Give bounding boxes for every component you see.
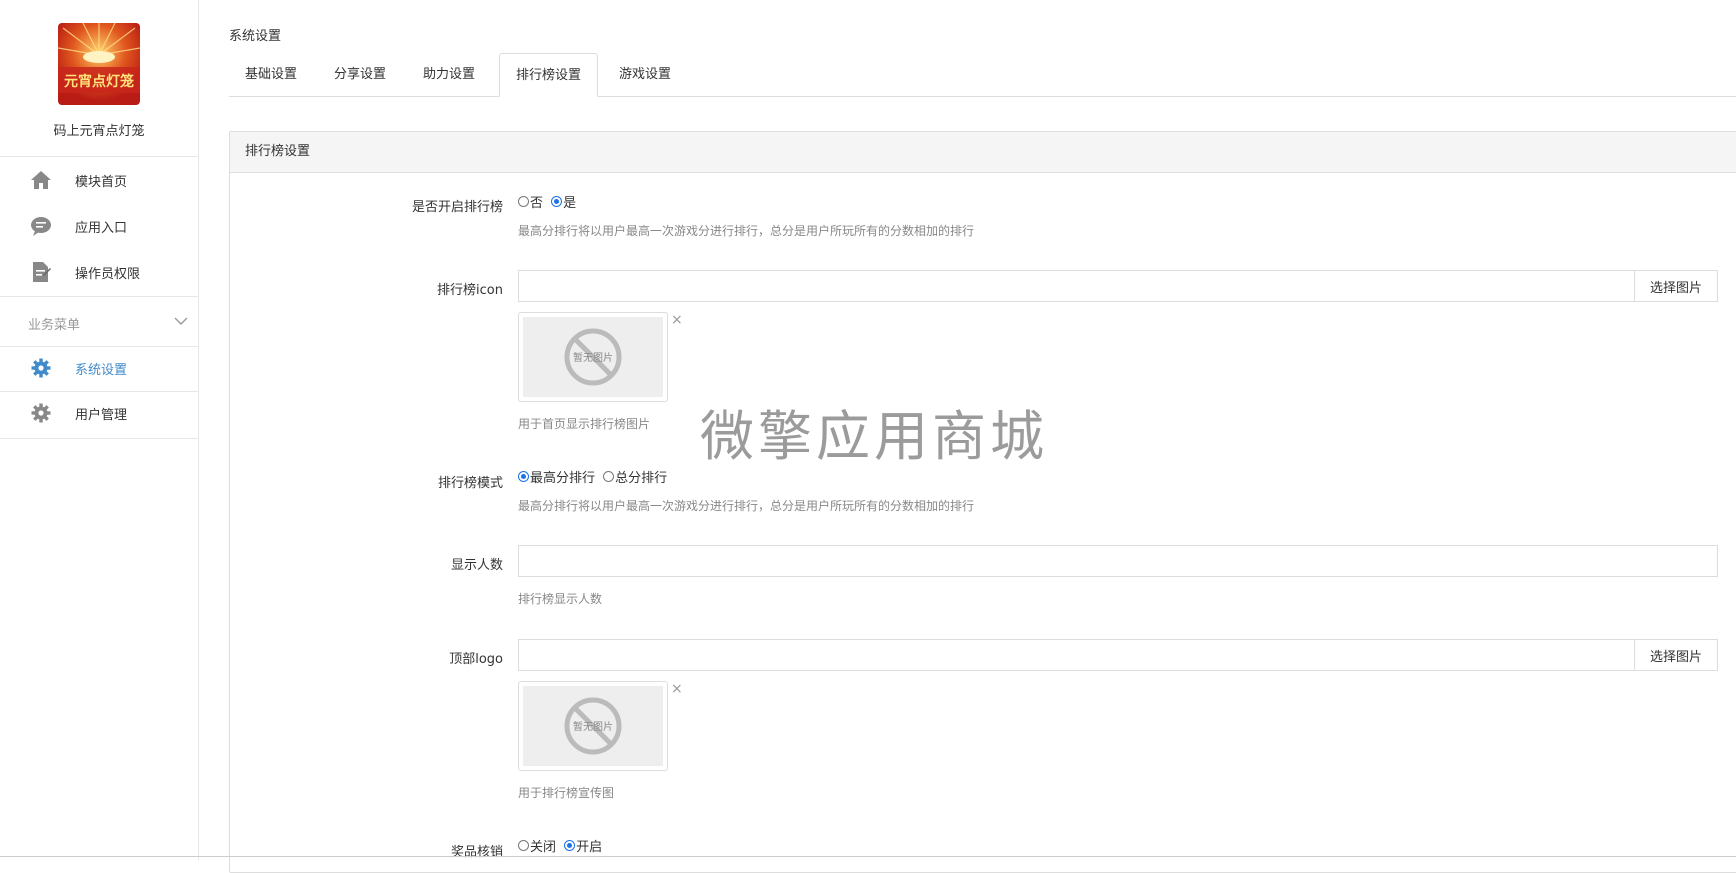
- radio-enable-yes[interactable]: 是: [551, 192, 576, 211]
- no-image-placeholder: 暂无图片: [523, 686, 663, 766]
- radio-circle[interactable]: [564, 840, 576, 851]
- enable-ranking-radio-group: 否 是: [518, 192, 580, 211]
- no-image-text: 暂无图片: [573, 720, 613, 733]
- radio-label: 开启: [576, 840, 603, 855]
- no-image-text: 暂无图片: [573, 351, 613, 364]
- image-preview: 暂无图片: [518, 681, 668, 771]
- watermark: 微擎应用商城: [700, 405, 1048, 468]
- radio-label: 否: [530, 196, 544, 211]
- radio-prize-on[interactable]: 开启: [564, 836, 602, 855]
- menu-group-business[interactable]: 业务菜单: [0, 305, 198, 341]
- sidebar-item-app-entry[interactable]: 应用入口: [0, 206, 198, 246]
- ranking-mode-radio-group: 最高分排行 总分排行: [518, 467, 671, 486]
- help-text: 排行榜显示人数: [518, 592, 603, 606]
- prize-redemption-radio-group: 关闭 开启: [518, 836, 606, 855]
- radio-enable-no[interactable]: 否: [518, 192, 543, 211]
- radio-label: 关闭: [530, 840, 557, 855]
- sidebar-item-label: 用户管理: [75, 407, 128, 423]
- help-text: 用于首页显示排行榜图片: [518, 417, 651, 431]
- chat-icon: [30, 215, 52, 237]
- divider: [0, 346, 198, 347]
- field-label-ranking-icon: 排行榜icon: [437, 283, 503, 298]
- field-label-enable-ranking: 是否开启排行榜: [411, 200, 503, 215]
- no-image-icon: 暂无图片: [564, 697, 622, 755]
- tab-assist-settings[interactable]: 助力设置: [407, 53, 491, 96]
- ranking-icon-input[interactable]: [519, 271, 1634, 301]
- select-image-button[interactable]: 选择图片: [1634, 271, 1717, 301]
- help-text: 用于排行榜宣传图: [518, 786, 615, 800]
- image-preview: 暂无图片: [518, 312, 668, 402]
- app-name: 码上元宵点灯笼: [53, 124, 145, 139]
- sidebar: 元宵点灯笼 码上元宵点灯笼 模块首页 应用入口 操作员权限 业务菜单 系统设置 …: [0, 0, 199, 860]
- panel-title: 排行榜设置: [230, 132, 1736, 173]
- menu-group-label: 业务菜单: [28, 318, 81, 333]
- home-icon: [30, 169, 52, 191]
- tab-bar: 基础设置 分享设置 助力设置 排行榜设置 游戏设置: [229, 53, 1736, 97]
- app-logo[interactable]: 元宵点灯笼: [58, 23, 140, 105]
- radio-circle[interactable]: [603, 471, 615, 482]
- sidebar-item-label: 操作员权限: [75, 266, 141, 282]
- field-label-display-count: 显示人数: [450, 558, 503, 573]
- remove-image-icon[interactable]: ×: [671, 681, 683, 697]
- field-label-ranking-mode: 排行榜模式: [437, 476, 503, 491]
- logo-text: 元宵点灯笼: [64, 73, 134, 90]
- ranking-icon-input-group: 选择图片: [518, 270, 1718, 302]
- gear-icon: [30, 402, 52, 424]
- field-label-prize-redemption: 奖品核销: [450, 845, 503, 860]
- radio-circle[interactable]: [551, 196, 563, 207]
- doc-edit-icon: [30, 261, 52, 283]
- tab-ranking-settings[interactable]: 排行榜设置: [499, 53, 599, 97]
- chevron-down-icon: [174, 315, 188, 330]
- divider: [0, 296, 198, 297]
- radio-prize-off[interactable]: 关闭: [518, 836, 556, 855]
- window-bottom-edge: [0, 856, 1736, 857]
- no-image-placeholder: 暂无图片: [523, 317, 663, 397]
- tab-basic-settings[interactable]: 基础设置: [229, 53, 313, 96]
- radio-mode-highest[interactable]: 最高分排行: [518, 467, 595, 486]
- sidebar-item-user-management[interactable]: 用户管理: [0, 393, 198, 433]
- radio-label: 是: [563, 196, 577, 211]
- top-logo-input[interactable]: [519, 640, 1634, 670]
- divider: [0, 438, 198, 439]
- divider: [0, 391, 198, 392]
- gear-icon: [30, 357, 52, 379]
- sidebar-item-label: 模块首页: [75, 174, 128, 190]
- sidebar-item-label: 系统设置: [75, 362, 128, 378]
- tab-share-settings[interactable]: 分享设置: [318, 53, 402, 96]
- radio-circle[interactable]: [518, 840, 529, 851]
- sidebar-item-module-home[interactable]: 模块首页: [0, 160, 198, 200]
- radio-circle[interactable]: [518, 471, 529, 482]
- help-text: 最高分排行将以用户最高一次游戏分进行排行，总分是用户所玩所有的分数相加的排行: [518, 224, 975, 238]
- sidebar-item-operator-permissions[interactable]: 操作员权限: [0, 252, 198, 292]
- display-count-input[interactable]: [518, 545, 1718, 577]
- no-image-icon: 暂无图片: [564, 328, 622, 386]
- help-text: 最高分排行将以用户最高一次游戏分进行排行，总分是用户所玩所有的分数相加的排行: [518, 499, 975, 513]
- settings-panel: 排行榜设置: [229, 131, 1736, 873]
- remove-image-icon[interactable]: ×: [671, 312, 683, 328]
- sidebar-item-system-settings[interactable]: 系统设置: [0, 348, 198, 388]
- breadcrumb: 系统设置: [229, 29, 282, 44]
- radio-label: 最高分排行: [530, 471, 596, 486]
- divider: [0, 156, 198, 157]
- radio-label: 总分排行: [615, 471, 668, 486]
- radio-mode-total[interactable]: 总分排行: [603, 467, 667, 486]
- radio-circle[interactable]: [518, 196, 529, 207]
- field-label-top-logo: 顶部logo: [449, 652, 503, 667]
- top-logo-input-group: 选择图片: [518, 639, 1718, 671]
- tab-game-settings[interactable]: 游戏设置: [603, 53, 687, 96]
- sidebar-item-label: 应用入口: [75, 220, 128, 236]
- select-image-button[interactable]: 选择图片: [1634, 640, 1717, 670]
